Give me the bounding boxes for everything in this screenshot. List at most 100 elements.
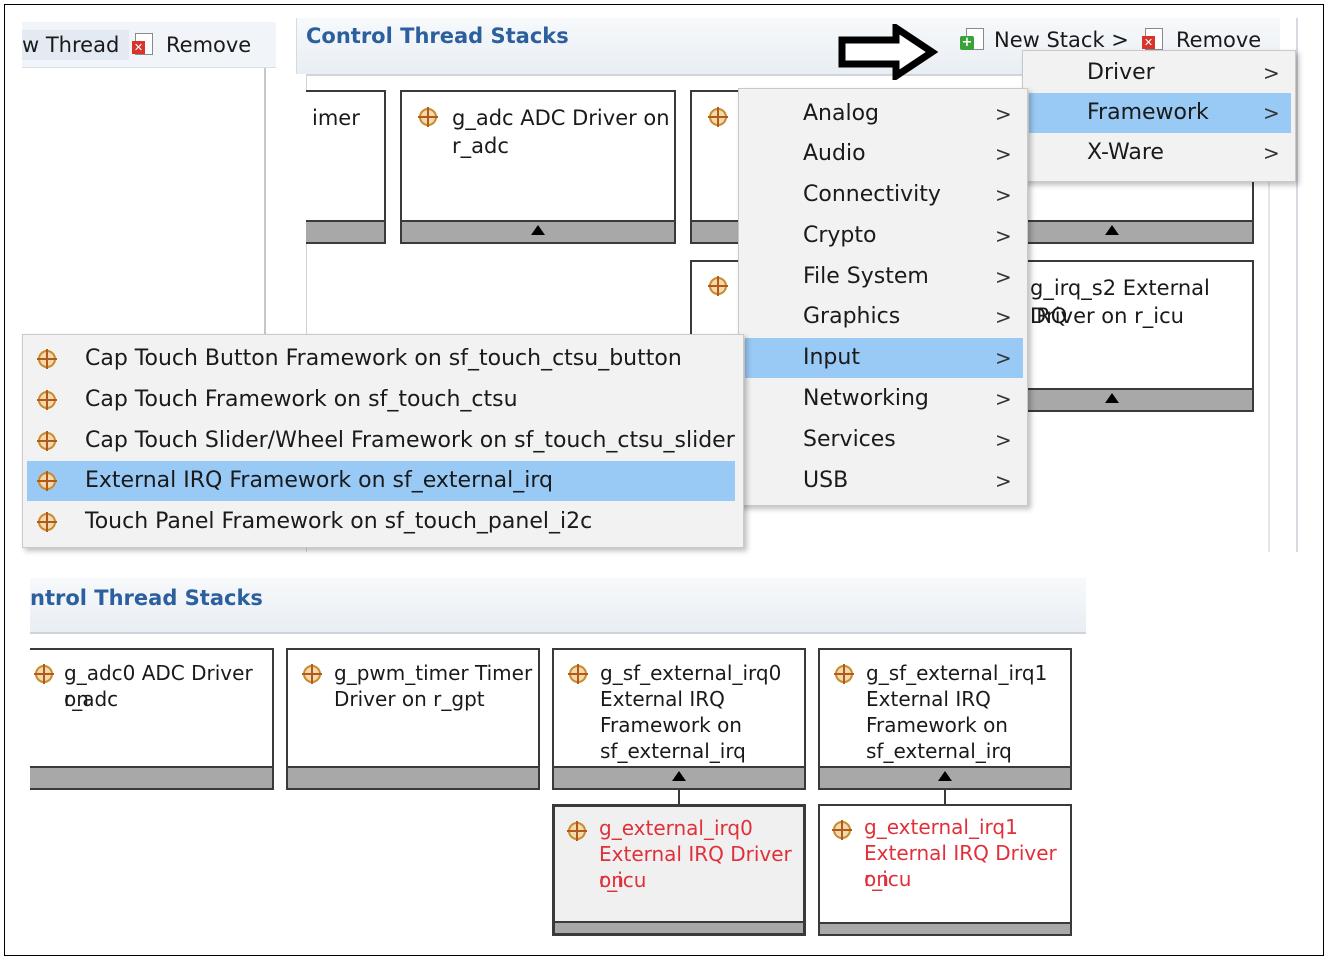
chevron-right-icon: >: [995, 387, 1012, 411]
menu-item-touch-panel[interactable]: Touch Panel Framework on sf_touch_panel_…: [23, 502, 743, 542]
component-icon: [708, 107, 728, 127]
stack-box-label: External IRQ: [600, 687, 725, 711]
menu-item-services[interactable]: Services >: [739, 420, 1027, 460]
menu-item-input[interactable]: Input >: [745, 338, 1023, 378]
stack-box-label: g_sf_external_irq1: [866, 661, 1048, 685]
menu-item-usb[interactable]: USB >: [739, 461, 1027, 501]
stack-connector: [678, 790, 680, 804]
collapse-arrow-icon[interactable]: [672, 771, 686, 781]
component-icon: [37, 390, 57, 410]
stack-box-bar: [306, 220, 384, 242]
menu-item-audio[interactable]: Audio >: [739, 134, 1027, 174]
stack-box-timer[interactable]: imer: [306, 90, 386, 244]
menu-item-driver[interactable]: Driver >: [1023, 53, 1295, 93]
menu-item-framework[interactable]: Framework >: [1029, 93, 1291, 133]
menu-item-cap-touch[interactable]: Cap Touch Framework on sf_touch_ctsu: [23, 380, 743, 420]
chevron-right-icon: >: [995, 265, 1012, 289]
stack-box-label: External IRQ: [866, 687, 991, 711]
chevron-right-icon: >: [995, 183, 1012, 207]
framework-menu: Analog > Audio > Connectivity > Crypto >…: [738, 88, 1028, 506]
stack-box-label: r_icu: [864, 867, 912, 891]
collapse-arrow-icon[interactable]: [531, 225, 545, 235]
component-error-icon: [832, 820, 852, 840]
new-stack-icon: +: [960, 28, 984, 52]
chevron-right-icon: >: [995, 428, 1012, 452]
stack-box-label: g_sf_external_irq0: [600, 661, 782, 685]
stack-box-bar[interactable]: [554, 766, 804, 788]
stack-box-label: Driver on r_icu: [1030, 304, 1184, 328]
stack-box-label: Framework on: [866, 713, 1008, 737]
component-icon: [37, 512, 57, 532]
menu-item-x-ware[interactable]: X-Ware >: [1023, 133, 1295, 173]
component-icon: [418, 107, 438, 127]
stack-box-adc[interactable]: g_adc ADC Driver on r_adc: [400, 90, 676, 244]
threads-pane: [22, 68, 266, 348]
chevron-right-icon: >: [995, 469, 1012, 493]
collapse-arrow-icon[interactable]: [1105, 393, 1119, 403]
collapse-arrow-icon[interactable]: [1105, 225, 1119, 235]
chevron-right-icon: >: [1263, 61, 1280, 85]
stack-box-bar: [555, 921, 803, 933]
stack-box-label: g_external_irq1: [864, 815, 1018, 839]
thread-toolbar: w Thread ✕ Remove: [22, 22, 276, 68]
stack-box-external-irq1[interactable]: g_external_irq1 External IRQ Driver on r…: [818, 804, 1072, 936]
stack-box-label: r_adc: [64, 687, 119, 711]
stack-box-bar: [288, 766, 538, 788]
input-menu: Cap Touch Button Framework on sf_touch_c…: [22, 334, 744, 548]
remove-stack-label: Remove: [1176, 28, 1262, 52]
chevron-right-icon: >: [995, 305, 1012, 329]
remove-stack-icon: ✕: [1142, 28, 1164, 52]
component-icon: [37, 349, 57, 369]
stack-box-bar[interactable]: [820, 766, 1070, 788]
new-thread-button[interactable]: w Thread: [22, 30, 130, 60]
menu-item-cap-touch-slider[interactable]: Cap Touch Slider/Wheel Framework on sf_t…: [23, 421, 743, 461]
new-stack-label: New Stack >: [994, 28, 1129, 52]
component-icon: [708, 276, 728, 296]
remove-icon: ✕: [132, 33, 154, 57]
stack-box-label: r_icu: [599, 868, 647, 892]
chevron-right-icon: >: [1263, 101, 1280, 125]
component-icon: [302, 664, 322, 684]
stack-box-label: g_adc ADC Driver on: [452, 106, 670, 130]
right-arrow-icon: [838, 24, 938, 80]
component-icon: [37, 431, 57, 451]
menu-item-crypto[interactable]: Crypto >: [739, 216, 1027, 256]
chevron-right-icon: >: [995, 224, 1012, 248]
stack-box-label: Driver on r_gpt: [334, 687, 485, 711]
stack-box-label: g_external_irq0: [599, 816, 753, 840]
new-stack-button[interactable]: + New Stack >: [960, 28, 1129, 52]
stack-box-label: g_pwm_timer Timer: [334, 661, 533, 685]
new-thread-label: w Thread: [22, 33, 120, 57]
stack-box-label: sf_external_irq: [600, 739, 746, 763]
menu-item-cap-touch-button[interactable]: Cap Touch Button Framework on sf_touch_c…: [23, 339, 743, 379]
menu-item-graphics[interactable]: Graphics >: [739, 297, 1027, 337]
new-stack-menu: Driver > Framework > X-Ware >: [1022, 50, 1296, 182]
menu-item-networking[interactable]: Networking >: [739, 379, 1027, 419]
menu-item-connectivity[interactable]: Connectivity >: [739, 175, 1027, 215]
chevron-right-icon: >: [1263, 141, 1280, 165]
stack-box-label: imer: [312, 106, 360, 130]
remove-thread-label: Remove: [166, 33, 252, 57]
component-icon: [37, 471, 57, 491]
chevron-right-icon: >: [995, 142, 1012, 166]
menu-item-analog[interactable]: Analog >: [739, 94, 1027, 134]
collapse-arrow-icon[interactable]: [938, 771, 952, 781]
stack-box-label: r_adc: [452, 134, 509, 158]
stack-box-bar[interactable]: [402, 220, 674, 242]
panel-divider: [30, 632, 1086, 634]
stack-box-sf-external-irq0[interactable]: g_sf_external_irq0 External IRQ Framewor…: [552, 648, 806, 790]
remove-thread-button[interactable]: ✕ Remove: [132, 30, 251, 60]
stack-box-pwm-timer[interactable]: g_pwm_timer Timer Driver on r_gpt: [286, 648, 540, 790]
stack-connector: [944, 790, 946, 804]
stack-box-external-irq0[interactable]: g_external_irq0 External IRQ Driver on r…: [552, 804, 806, 936]
bottom-stacks-title: ntrol Thread Stacks: [30, 586, 263, 610]
menu-item-file-system[interactable]: File System >: [739, 257, 1027, 297]
stack-box-adc0[interactable]: g_adc0 ADC Driver on r_adc: [30, 648, 274, 790]
chevron-right-icon: >: [995, 346, 1012, 370]
stack-box-sf-external-irq1[interactable]: g_sf_external_irq1 External IRQ Framewor…: [818, 648, 1072, 790]
component-icon: [568, 664, 588, 684]
remove-stack-button[interactable]: ✕ Remove: [1142, 28, 1261, 52]
panel-right-edge: [1296, 18, 1298, 552]
stack-box-label: Framework on: [600, 713, 742, 737]
menu-item-external-irq[interactable]: External IRQ Framework on sf_external_ir…: [27, 461, 735, 501]
